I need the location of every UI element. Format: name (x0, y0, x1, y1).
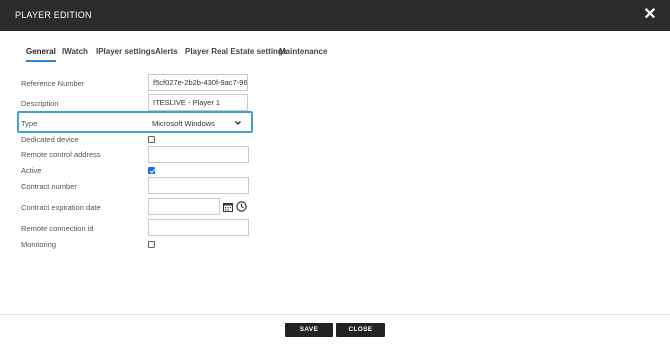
monitoring-checkbox[interactable] (148, 241, 155, 248)
tab-iplayer-settings[interactable]: IPlayer settings (96, 47, 155, 60)
close-button[interactable]: CLOSE (336, 323, 385, 337)
dedicated-device-checkbox[interactable] (148, 136, 155, 143)
remote-control-address-field[interactable] (148, 146, 249, 163)
active-label: Active (21, 166, 42, 175)
clock-icon[interactable] (236, 201, 247, 212)
calendar-icon[interactable] (223, 202, 233, 212)
type-row-highlight (17, 111, 253, 133)
save-button[interactable]: SAVE (285, 323, 333, 337)
dialog-title: PLAYER EDITION (15, 10, 92, 20)
dialog-titlebar: PLAYER EDITION ✕ (0, 0, 670, 31)
remote-connection-id-field[interactable] (148, 219, 249, 236)
contract-expiration-date-label: Contract expiration date (21, 203, 101, 212)
active-checkbox[interactable] (148, 167, 155, 174)
remote-connection-id-label: Remote connection id (21, 224, 94, 233)
type-label: Type (21, 119, 38, 128)
tab-iwatch[interactable]: IWatch (62, 47, 88, 60)
description-field[interactable]: ITESLIVE - Player 1 (148, 94, 248, 111)
tab-alerts[interactable]: Alerts (155, 47, 178, 60)
monitoring-label: Monitoring (21, 240, 57, 249)
reference-number-label: Reference Number (21, 79, 85, 88)
contract-expiration-date-field[interactable] (148, 198, 220, 215)
close-icon[interactable]: ✕ (642, 7, 658, 23)
type-select[interactable]: Microsoft Windows (152, 119, 215, 128)
tab-general[interactable]: General (26, 47, 56, 62)
contract-number-label: Contract number (21, 182, 77, 191)
description-label: Description (21, 99, 59, 108)
contract-number-field[interactable] (148, 177, 249, 194)
chevron-down-icon[interactable] (234, 119, 242, 127)
dedicated-device-label: Dedicated device (21, 135, 79, 144)
reference-number-field[interactable]: f5cf027e-2b2b-430f-9ac7-96 (148, 74, 248, 91)
remote-control-address-label: Remote control address (21, 150, 101, 159)
tab-player-real-estate-settings[interactable]: Player Real Estate settings (185, 47, 287, 60)
footer-divider (0, 314, 670, 315)
tab-maintenance[interactable]: Maintenance (279, 47, 327, 60)
